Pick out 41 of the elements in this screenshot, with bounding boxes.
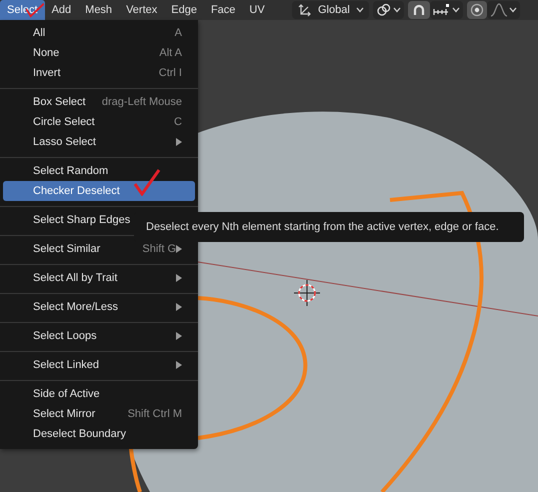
menu-item[interactable]: Select More/Less	[3, 297, 195, 317]
menu-tab[interactable]: Mesh	[78, 0, 120, 20]
menu-item[interactable]: Circle Select C	[3, 112, 195, 132]
menu-item[interactable]: All A	[3, 23, 195, 43]
tooltip: Deselect every Nth element starting from the active vertex, edge or face.	[134, 212, 524, 242]
snap-increment-icon	[433, 3, 451, 17]
menu-item[interactable]: Select Mirror Shift Ctrl M	[3, 404, 195, 424]
menu-item[interactable]: Side of Active	[3, 384, 195, 404]
menu-tab[interactable]: Edge	[164, 0, 204, 20]
menu-item[interactable]: Select All by Trait	[3, 268, 195, 288]
falloff-dropdown[interactable]	[487, 1, 520, 19]
magnet-icon	[411, 3, 427, 17]
axes-icon	[298, 3, 312, 17]
snap-dropdown[interactable]	[430, 1, 463, 19]
snap-toggle[interactable]	[408, 1, 430, 19]
menu-item[interactable]: Select Similar Shift G	[3, 239, 195, 259]
target-icon	[470, 3, 484, 17]
menu-tab[interactable]: Face	[204, 0, 242, 20]
orientation-dropdown[interactable]: Global	[292, 1, 369, 19]
chevron-icon	[393, 7, 401, 13]
chevron-icon	[356, 7, 364, 13]
menu-item[interactable]: Select Linked	[3, 355, 195, 375]
menu-item[interactable]: Lasso Select	[3, 132, 195, 152]
menu-tab[interactable]: Vertex	[119, 0, 164, 20]
menu-item[interactable]: Checker Deselect	[3, 181, 195, 201]
menu-item[interactable]: Deselect Boundary	[3, 424, 195, 444]
menu-item[interactable]: Box Select drag-Left Mouse	[3, 92, 195, 112]
check-mark-annotation	[133, 168, 161, 196]
curve-icon	[490, 3, 508, 17]
chevron-icon	[452, 7, 460, 13]
chevron-icon	[509, 7, 517, 13]
proportional-toggle[interactable]	[467, 1, 487, 19]
pivot-dropdown[interactable]	[373, 1, 404, 19]
menu-item[interactable]: Select Random	[3, 161, 195, 181]
link-icon	[376, 3, 392, 17]
menu-tab[interactable]: Add	[44, 0, 78, 20]
menu-item[interactable]: Select Loops	[3, 326, 195, 346]
menu-item[interactable]: None Alt A	[3, 43, 195, 63]
menu-item[interactable]: Invert Ctrl I	[3, 63, 195, 83]
menu-tab[interactable]: UV	[242, 0, 272, 20]
cursor-icon	[294, 280, 320, 306]
